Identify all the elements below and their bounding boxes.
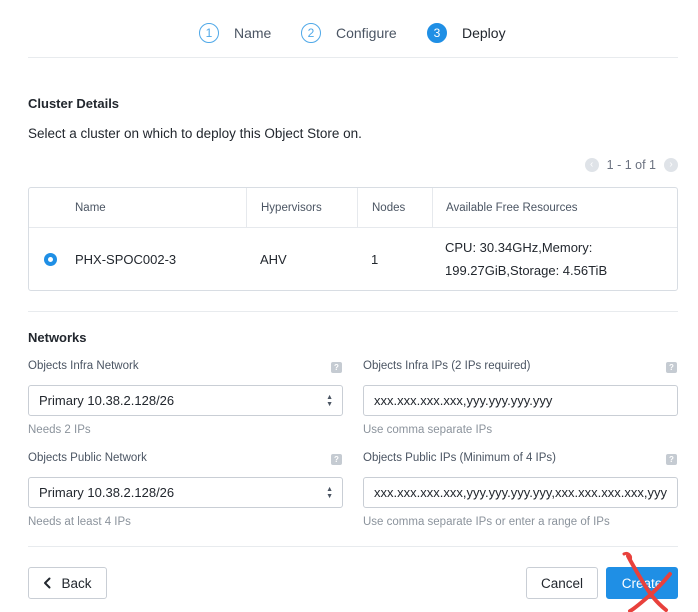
select-arrows-icon: ▲ ▼ (326, 394, 333, 408)
cluster-details-title: Cluster Details (28, 96, 120, 111)
back-label: Back (61, 575, 92, 591)
public-network-hint: Needs at least 4 IPs (28, 516, 131, 528)
step-deploy[interactable]: 3 Deploy (427, 22, 506, 44)
cancel-button[interactable]: Cancel (526, 567, 598, 599)
create-button[interactable]: Create (606, 567, 678, 599)
step-number-3: 3 (427, 23, 447, 43)
step-number-2: 2 (301, 23, 321, 43)
wizard-stepper: 1 Name 2 Configure 3 Deploy (0, 22, 698, 46)
cluster-radio-selected[interactable] (44, 253, 57, 266)
networks-title: Networks (28, 330, 87, 345)
cluster-table: Name Hypervisors Nodes Available Free Re… (28, 187, 678, 291)
infra-ips-hint: Use comma separate IPs (363, 424, 493, 436)
create-label: Create (621, 575, 663, 591)
step-name[interactable]: 1 Name (199, 22, 271, 44)
radio-dot-icon (48, 257, 53, 262)
column-header-name[interactable]: Name (61, 188, 106, 228)
infra-ips-input[interactable]: xxx.xxx.xxx.xxx,yyy.yyy.yyy.yyy (363, 385, 678, 416)
infra-ips-label: Objects Infra IPs (2 IPs required) (363, 360, 531, 372)
public-network-value: Primary 10.38.2.128/26 (39, 485, 175, 500)
public-ips-hint: Use comma separate IPs or enter a range … (363, 516, 610, 528)
next-page-icon[interactable]: › (664, 158, 678, 172)
prev-page-icon[interactable]: ‹ (584, 158, 599, 172)
infra-network-value: Primary 10.38.2.128/26 (39, 393, 175, 408)
help-icon[interactable]: ? (666, 362, 677, 373)
public-ips-input[interactable]: xxx.xxx.xxx.xxx,yyy.yyy.yyy.yyy,xxx.xxx.… (363, 477, 678, 508)
table-header: Name Hypervisors Nodes Available Free Re… (29, 188, 677, 228)
infra-network-select[interactable]: Primary 10.38.2.128/26 ▲ ▼ (28, 385, 343, 416)
help-icon[interactable]: ? (666, 454, 677, 465)
infra-ips-value: xxx.xxx.xxx.xxx,yyy.yyy.yyy.yyy (374, 393, 553, 408)
cluster-details-description: Select a cluster on which to deploy this… (28, 126, 362, 141)
infra-network-label: Objects Infra Network (28, 360, 139, 372)
column-header-hypervisors[interactable]: Hypervisors (247, 188, 322, 228)
public-ips-value: xxx.xxx.xxx.xxx,yyy.yyy.yyy.yyy,xxx.xxx.… (374, 485, 667, 500)
cell-nodes: 1 (371, 252, 379, 267)
stepper-divider (28, 57, 678, 58)
infra-network-hint: Needs 2 IPs (28, 424, 91, 436)
cell-resources-line1: CPU: 30.34GHz,Memory: (445, 240, 593, 255)
step-label-name: Name (234, 25, 272, 41)
column-header-nodes[interactable]: Nodes (358, 188, 405, 228)
section-divider (28, 311, 678, 312)
chevron-left-icon (43, 577, 51, 589)
public-network-select[interactable]: Primary 10.38.2.128/26 ▲ ▼ (28, 477, 343, 508)
cell-hypervisor: AHV (260, 252, 287, 267)
select-arrows-icon: ▲ ▼ (326, 486, 333, 500)
help-icon[interactable]: ? (331, 454, 342, 465)
cell-resources-line2: 199.27GiB,Storage: 4.56TiB (445, 263, 608, 278)
step-configure[interactable]: 2 Configure (301, 22, 397, 44)
public-network-label: Objects Public Network (28, 452, 147, 464)
cancel-label: Cancel (540, 575, 584, 591)
pagination: ‹ 1 - 1 of 1 › (584, 158, 678, 172)
help-icon[interactable]: ? (331, 362, 342, 373)
back-button[interactable]: Back (28, 567, 107, 599)
footer-divider (28, 546, 678, 547)
step-label-configure: Configure (336, 25, 397, 41)
column-header-resources[interactable]: Available Free Resources (432, 188, 577, 228)
pagination-text: 1 - 1 of 1 (606, 158, 656, 172)
cell-cluster-name: PHX-SPOC002-3 (75, 252, 177, 267)
step-number-1: 1 (199, 23, 219, 43)
step-label-deploy: Deploy (462, 25, 506, 41)
public-ips-label: Objects Public IPs (Minimum of 4 IPs) (363, 452, 556, 464)
